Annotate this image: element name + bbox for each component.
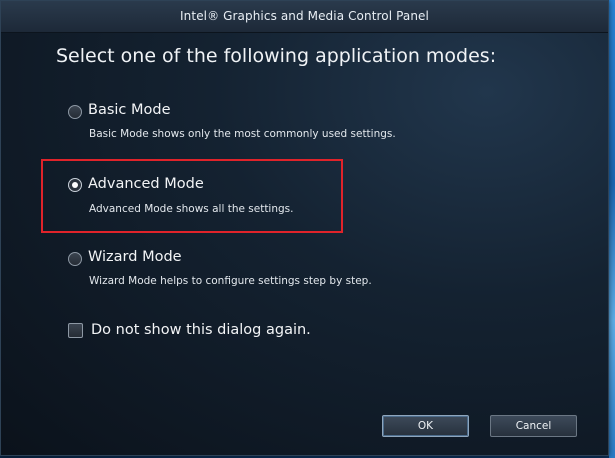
advanced-mode-radio[interactable] <box>68 178 82 192</box>
basic-mode-label[interactable]: Basic Mode <box>88 102 171 118</box>
wizard-mode-description: Wizard Mode helps to configure settings … <box>89 275 372 287</box>
dont-show-again-label[interactable]: Do not show this dialog again. <box>91 322 311 338</box>
advanced-mode-description: Advanced Mode shows all the settings. <box>89 203 294 215</box>
advanced-mode-label[interactable]: Advanced Mode <box>88 176 204 192</box>
basic-mode-radio[interactable] <box>68 105 82 119</box>
ok-button[interactable]: OK <box>382 415 469 437</box>
application-mode-dialog: Intel® Graphics and Media Control Panel … <box>0 0 609 456</box>
wizard-mode-radio[interactable] <box>68 252 82 266</box>
basic-mode-description: Basic Mode shows only the most commonly … <box>89 128 396 140</box>
desktop-background-edge <box>609 0 615 458</box>
highlight-box <box>41 159 343 233</box>
cancel-button[interactable]: Cancel <box>490 415 577 437</box>
wizard-mode-label[interactable]: Wizard Mode <box>88 249 182 265</box>
dont-show-again-checkbox[interactable] <box>68 323 83 338</box>
dialog-heading: Select one of the following application … <box>56 45 497 67</box>
window-title: Intel® Graphics and Media Control Panel <box>180 9 429 23</box>
title-bar[interactable]: Intel® Graphics and Media Control Panel <box>1 1 608 33</box>
